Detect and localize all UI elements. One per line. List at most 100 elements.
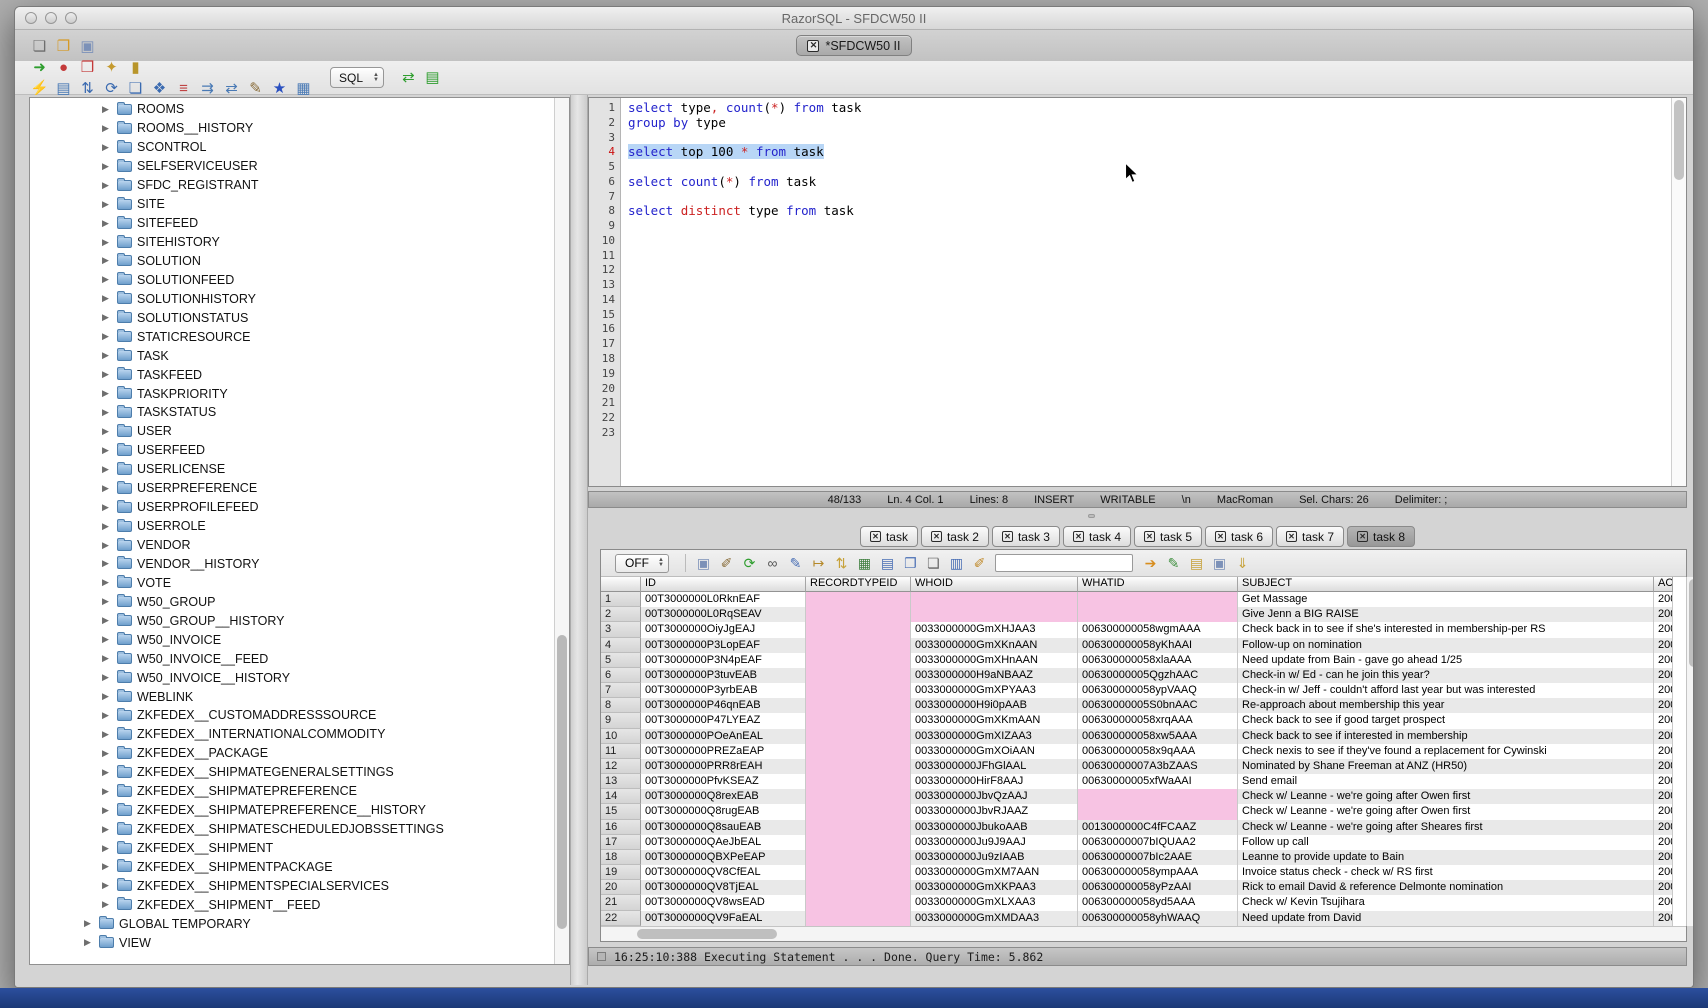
disclosure-triangle-icon[interactable]: ▶ xyxy=(102,445,112,456)
tree-item-staticresource[interactable]: ▶STATICRESOURCE xyxy=(30,327,553,346)
tree-item-zkfedex__shipmatepreference[interactable]: ▶ZKFEDEX__SHIPMATEPREFERENCE xyxy=(30,782,553,801)
tree-item-scontrol[interactable]: ▶SCONTROL xyxy=(30,138,553,157)
table-row[interactable]: 1000T3000000POeAnEAL0033000000GmXIZAA300… xyxy=(601,729,1686,744)
disclosure-triangle-icon[interactable]: ▶ xyxy=(102,558,112,569)
table-row[interactable]: 1300T3000000PfvKSEAZ0033000000HirF8AAJ00… xyxy=(601,774,1686,789)
table-row[interactable]: 1100T3000000PREZaEAP0033000000GmXOiAAN00… xyxy=(601,744,1686,759)
disclosure-triangle-icon[interactable]: ▶ xyxy=(102,483,112,494)
tree-item-view[interactable]: ▶VIEW xyxy=(30,933,553,952)
disclosure-triangle-icon[interactable]: ▶ xyxy=(102,672,112,683)
column-header-SUBJECT[interactable]: SUBJECT xyxy=(1238,577,1654,592)
view-glasses-icon[interactable]: ∞ xyxy=(763,554,782,573)
tree-item-userpreference[interactable]: ▶USERPREFERENCE xyxy=(30,479,553,498)
new-connection-icon[interactable]: ✦ xyxy=(101,57,122,78)
disclosure-triangle-icon[interactable]: ▶ xyxy=(84,937,94,948)
disclosure-triangle-icon[interactable]: ▶ xyxy=(102,142,112,153)
table-row[interactable]: 500T3000000P3N4pEAF0033000000GmXHnAAN006… xyxy=(601,653,1686,668)
save-results-icon[interactable]: ▣ xyxy=(694,554,713,573)
disclosure-triangle-icon[interactable]: ▶ xyxy=(102,521,112,532)
tree-item-w50_invoice__feed[interactable]: ▶W50_INVOICE__FEED xyxy=(30,649,553,668)
column-header-ID[interactable]: ID xyxy=(641,577,806,592)
disclosure-triangle-icon[interactable]: ▶ xyxy=(102,331,112,342)
tree-item-sitehistory[interactable]: ▶SITEHISTORY xyxy=(30,233,553,252)
form-view-icon[interactable]: ❐ xyxy=(901,554,920,573)
column-header-WHATID[interactable]: WHATID xyxy=(1078,577,1238,592)
tree-item-task[interactable]: ▶TASK xyxy=(30,346,553,365)
table-row[interactable]: 1700T3000000QAeJbEAL0033000000Ju9J9AAJ00… xyxy=(601,835,1686,850)
tree-item-w50_invoice[interactable]: ▶W50_INVOICE xyxy=(30,630,553,649)
tree-item-zkfedex__shipmategeneralsettings[interactable]: ▶ZKFEDEX__SHIPMATEGENERALSETTINGS xyxy=(30,763,553,782)
tree-item-userlicense[interactable]: ▶USERLICENSE xyxy=(30,460,553,479)
pane-splitter[interactable] xyxy=(570,95,588,985)
close-tab-icon[interactable]: ✕ xyxy=(1357,531,1368,542)
disclosure-triangle-icon[interactable]: ▶ xyxy=(102,710,112,721)
tree-item-solution[interactable]: ▶SOLUTION xyxy=(30,252,553,271)
tree-item-taskpriority[interactable]: ▶TASKPRIORITY xyxy=(30,384,553,403)
edit-cell-icon[interactable]: ✎ xyxy=(786,554,805,573)
tree-item-solutionstatus[interactable]: ▶SOLUTIONSTATUS xyxy=(30,308,553,327)
filter-rows-icon[interactable]: ✐ xyxy=(717,554,736,573)
editor-scrollbar-thumb[interactable] xyxy=(1674,100,1684,180)
disclosure-triangle-icon[interactable]: ▶ xyxy=(102,218,112,229)
tree-item-zkfedex__internationalcommodity[interactable]: ▶ZKFEDEX__INTERNATIONALCOMMODITY xyxy=(30,725,553,744)
table-row[interactable]: 200T3000000L0RqSEAVGive Jenn a BIG RAISE… xyxy=(601,607,1686,622)
table-row[interactable]: 600T3000000P3tuvEAB0033000000H9aNBAAZ006… xyxy=(601,668,1686,683)
result-tab-7[interactable]: ✕task 7 xyxy=(1276,526,1344,547)
table-row[interactable]: 2200T3000000QV9FaEAL0033000000GmXMDAA300… xyxy=(601,911,1686,926)
title-bar[interactable]: RazorSQL - SFDCW50 II xyxy=(15,7,1693,30)
highlighter-icon[interactable]: ✐ xyxy=(970,554,989,573)
disclosure-triangle-icon[interactable]: ▶ xyxy=(102,615,112,626)
tree-item-sitefeed[interactable]: ▶SITEFEED xyxy=(30,214,553,233)
fetch-more-icon[interactable]: ⇓ xyxy=(1233,554,1252,573)
disclosure-triangle-icon[interactable]: ▶ xyxy=(84,918,94,929)
tree-item-zkfedex__customaddresssource[interactable]: ▶ZKFEDEX__CUSTOMADDRESSSOURCE xyxy=(30,706,553,725)
splitter-handle[interactable] xyxy=(1088,514,1095,518)
disclosure-triangle-icon[interactable]: ▶ xyxy=(102,274,112,285)
disclosure-triangle-icon[interactable]: ▶ xyxy=(102,843,112,854)
disclosure-triangle-icon[interactable]: ▶ xyxy=(102,255,112,266)
results-list-icon[interactable]: ▤ xyxy=(422,67,443,88)
document-tab[interactable]: ✕ *SFDCW50 II xyxy=(796,35,911,56)
table-row[interactable]: 2100T3000000QV8wsEAD0033000000GmXLXAA300… xyxy=(601,895,1686,910)
save-file-icon[interactable]: ▣ xyxy=(77,36,98,57)
copy-table-icon[interactable]: ▥ xyxy=(947,554,966,573)
database-icon[interactable]: ▮ xyxy=(125,57,146,78)
disclosure-triangle-icon[interactable]: ▶ xyxy=(102,577,112,588)
tree-item-userfeed[interactable]: ▶USERFEED xyxy=(30,441,553,460)
disclosure-triangle-icon[interactable]: ▶ xyxy=(102,104,112,115)
table-row[interactable]: 2000T3000000QV8TjEAL0033000000GmXKPAA300… xyxy=(601,880,1686,895)
disclosure-triangle-icon[interactable]: ▶ xyxy=(102,180,112,191)
disclosure-triangle-icon[interactable]: ▶ xyxy=(102,350,112,361)
table-row[interactable]: 300T3000000OiyJgEAJ0033000000GmXHJAA3006… xyxy=(601,622,1686,637)
tree-item-userrole[interactable]: ▶USERROLE xyxy=(30,517,553,536)
close-tab-icon[interactable]: ✕ xyxy=(1073,531,1084,542)
disclosure-triangle-icon[interactable]: ▶ xyxy=(102,540,112,551)
connect-database-icon[interactable]: ➜ xyxy=(29,57,50,78)
disclosure-triangle-icon[interactable]: ▶ xyxy=(102,426,112,437)
column-header-WHOID[interactable]: WHOID xyxy=(911,577,1078,592)
export-edit-icon[interactable]: ✎ xyxy=(1164,554,1183,573)
disclosure-triangle-icon[interactable]: ▶ xyxy=(102,123,112,134)
close-connection-icon[interactable]: ❒ xyxy=(77,57,98,78)
tree-item-zkfedex__shipment[interactable]: ▶ZKFEDEX__SHIPMENT xyxy=(30,839,553,858)
close-tab-icon[interactable]: ✕ xyxy=(1215,531,1226,542)
disclosure-triangle-icon[interactable]: ▶ xyxy=(102,596,112,607)
grid-horizontal-scrollbar[interactable] xyxy=(601,926,1686,941)
tree-item-userprofilefeed[interactable]: ▶USERPROFILEFEED xyxy=(30,498,553,517)
sql-editor[interactable]: 1234567891011121314151617181920212223 se… xyxy=(588,97,1687,487)
disclosure-triangle-icon[interactable]: ▶ xyxy=(102,369,112,380)
tree-item-zkfedex__shipmatescheduledjobssettings[interactable]: ▶ZKFEDEX__SHIPMATESCHEDULEDJOBSSETTINGS xyxy=(30,820,553,839)
table-row[interactable]: 1800T3000000QBXPeEAP0033000000Ju9zIAAB00… xyxy=(601,850,1686,865)
disclosure-triangle-icon[interactable]: ▶ xyxy=(102,729,112,740)
table-row[interactable]: 1900T3000000QV8CfEAL0033000000GmXM7AAN00… xyxy=(601,865,1686,880)
tree-item-user[interactable]: ▶USER xyxy=(30,422,553,441)
tree-scrollbar[interactable] xyxy=(554,98,569,964)
disclosure-triangle-icon[interactable]: ▶ xyxy=(102,464,112,475)
horizontal-splitter[interactable] xyxy=(588,511,1687,521)
disclosure-triangle-icon[interactable]: ▶ xyxy=(102,312,112,323)
sort-rows-icon[interactable]: ⇅ xyxy=(832,554,851,573)
close-tab-icon[interactable]: ✕ xyxy=(931,531,942,542)
disclosure-triangle-icon[interactable]: ▶ xyxy=(102,653,112,664)
grid-vscrollbar-thumb[interactable] xyxy=(1689,579,1694,667)
table-row[interactable]: 700T3000000P3yrbEAB0033000000GmXPYAA3006… xyxy=(601,683,1686,698)
